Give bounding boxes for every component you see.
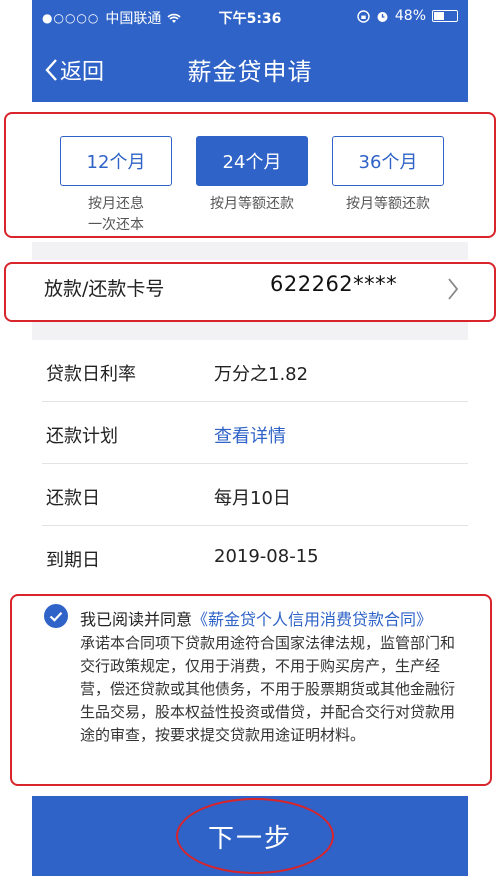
chevron-right-icon [448,278,459,300]
section-divider [32,242,468,260]
plan-label: 还款计划 [46,426,118,447]
term-selector: 12个月 24个月 36个月 按月还息 一次还本 按月等额还款 按月等额还款 [32,102,468,242]
next-step-button[interactable]: 下一步 [32,796,468,876]
agreement-section: 我已阅读并同意《薪金贷个人信用消费贷款合同》 承诺本合同项下贷款用途符合国家法律… [32,594,468,788]
detail-row-rate: 贷款日利率 万分之1.82 [32,340,468,402]
repay-day-label: 还款日 [46,488,100,509]
agree-prefix: 我已阅读并同意 [80,610,193,629]
agree-checkbox[interactable] [44,604,68,628]
term-desc-36: 按月等额还款 [346,196,430,212]
nav-bar: 返回 薪金贷申请 [32,34,468,102]
battery-icon [432,10,458,22]
detail-row-plan: 还款计划 查看详情 [32,402,468,464]
checkmark-icon [49,611,63,622]
due-date-value: 2019-08-15 [214,546,319,567]
rate-label: 贷款日利率 [46,364,136,385]
page-title: 薪金贷申请 [187,58,313,86]
alarm-icon [377,11,388,22]
repay-day-value: 每月10日 [214,488,291,509]
term-option-36[interactable]: 36个月 [332,136,444,186]
rotation-lock-icon [357,9,370,23]
term-option-12[interactable]: 12个月 [60,136,172,186]
rate-value: 万分之1.82 [214,364,309,385]
term-desc-12: 按月还息 一次还本 [88,196,144,233]
phone-screen: ●○○○○ 中国联通 下午5:36 48% 返回 薪金贷申请 12个月 24个月… [32,0,468,884]
card-number-label: 放款/还款卡号 [44,278,165,300]
term-option-24[interactable]: 24个月 [196,136,308,186]
card-number-row[interactable]: 放款/还款卡号 622262**** [32,260,468,322]
battery-percent: 48% [394,8,426,24]
contract-link[interactable]: 《薪金贷个人信用消费贷款合同》 [192,610,432,629]
view-plan-link[interactable]: 查看详情 [214,422,286,448]
term-desc-24: 按月等额还款 [210,196,294,212]
due-date-label: 到期日 [46,550,100,571]
detail-row-repay-day: 还款日 每月10日 [32,464,468,526]
detail-row-due-date: 到期日 2019-08-15 [32,526,468,588]
card-number-value: 622262**** [270,272,398,296]
status-bar: ●○○○○ 中国联通 下午5:36 48% [32,0,468,34]
agreement-body: 承诺本合同项下贷款用途符合国家法律法规，监管部门和交行政策规定，仅用于消费，不用… [80,634,456,744]
section-divider [32,322,468,340]
